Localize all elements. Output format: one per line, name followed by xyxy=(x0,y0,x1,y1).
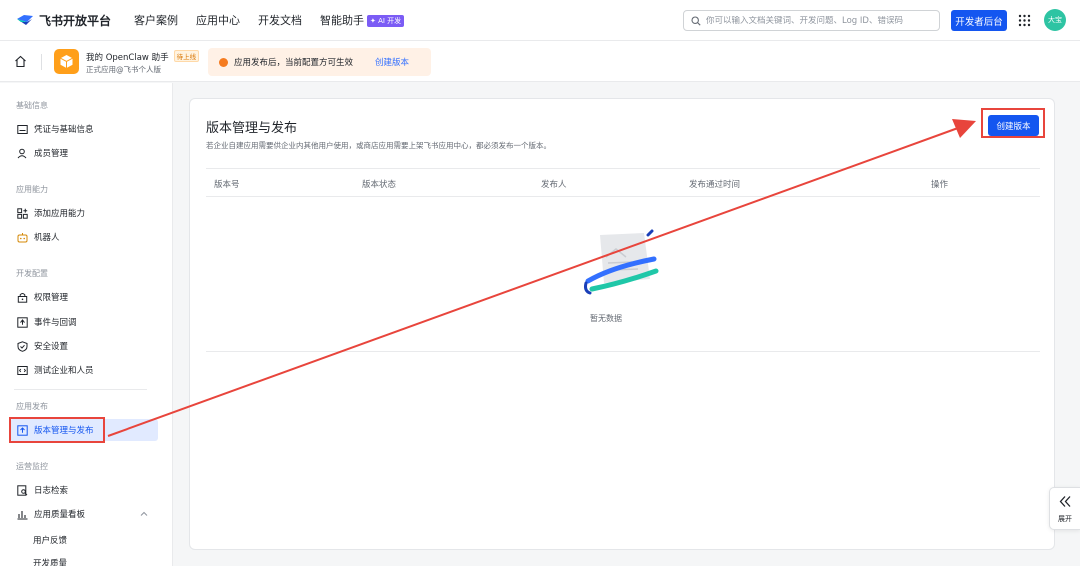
sidebar-item-label: 测试企业和人员 xyxy=(34,366,94,376)
sidebar-item-quality-dashboard[interactable]: 应用质量看板 xyxy=(10,503,158,525)
sidebar-item-label: 日志检索 xyxy=(34,486,69,496)
column-publisher: 发布人 xyxy=(541,180,567,190)
sidebar-item-test-tenant[interactable]: 测试企业和人员 xyxy=(10,359,158,381)
app-status-badge: 待上线 xyxy=(173,50,200,62)
chevron-up-icon[interactable] xyxy=(140,510,148,518)
sidebar-group-dev-config: 开发配置 xyxy=(16,269,48,278)
log-search-icon xyxy=(17,484,28,496)
divider xyxy=(41,54,42,70)
app-name[interactable]: 我的 OpenClaw 助手 待上线 xyxy=(86,50,200,63)
app-header-bar: 我的 OpenClaw 助手 待上线 正式应用@飞书个人版 xyxy=(0,41,1080,82)
column-status: 版本状态 xyxy=(362,180,397,190)
sidebar-subitem-feedback[interactable]: 用户反馈 xyxy=(33,534,67,546)
sidebar: 基础信息 凭证与基础信息 成员管理 应用能力 添加应用能力 机器人 开发配置 权… xyxy=(0,83,173,566)
sidebar-group-app-release: 应用发布 xyxy=(16,402,48,411)
sidebar-subitem-dev-quality[interactable]: 开发质量 xyxy=(33,557,67,566)
sidebar-item-credentials[interactable]: 凭证与基础信息 xyxy=(10,118,158,140)
page-description: 若企业自建应用需要供企业内其他用户使用，或商店应用需要上架飞书应用中心，都必须发… xyxy=(206,141,551,150)
sidebar-item-label: 版本管理与发布 xyxy=(34,426,94,436)
shield-icon xyxy=(17,340,28,352)
sidebar-item-label: 凭证与基础信息 xyxy=(34,125,94,135)
search-icon xyxy=(691,15,701,26)
sidebar-item-label: 添加应用能力 xyxy=(34,209,86,219)
sidebar-group-operations: 运营监控 xyxy=(16,462,48,471)
sidebar-group-app-capability: 应用能力 xyxy=(16,185,48,194)
double-chevron-left-icon xyxy=(1059,496,1071,507)
sidebar-item-label: 安全设置 xyxy=(34,342,69,352)
bar-chart-icon xyxy=(17,510,28,520)
sidebar-item-log-search[interactable]: 日志检索 xyxy=(10,479,158,501)
column-version: 版本号 xyxy=(214,180,240,190)
sidebar-item-version-release[interactable]: 版本管理与发布 xyxy=(10,419,158,441)
event-icon xyxy=(17,316,28,328)
sidebar-item-robot[interactable]: 机器人 xyxy=(10,226,158,248)
sidebar-item-label: 成员管理 xyxy=(34,149,69,159)
home-icon[interactable] xyxy=(14,55,27,68)
nav-link-cases[interactable]: 客户案例 xyxy=(134,12,178,28)
sidebar-item-security[interactable]: 安全设置 xyxy=(10,335,158,357)
column-actions: 操作 xyxy=(931,180,949,190)
package-icon xyxy=(60,55,73,68)
sidebar-item-add-capability[interactable]: 添加应用能力 xyxy=(10,202,158,224)
user-avatar[interactable]: 大宝 xyxy=(1044,9,1066,31)
nav-link-app-center[interactable]: 应用中心 xyxy=(196,12,240,28)
robot-icon xyxy=(17,232,28,242)
app-name-text: 我的 OpenClaw 助手 xyxy=(86,53,169,63)
nav-link-docs[interactable]: 开发文档 xyxy=(258,12,302,28)
search-box[interactable] xyxy=(683,10,940,31)
feishu-open-platform-logo[interactable]: 飞书开放平台 xyxy=(16,12,120,29)
add-grid-icon xyxy=(17,207,28,219)
code-window-icon xyxy=(17,365,28,375)
app-icon xyxy=(54,49,79,74)
empty-state-illustration xyxy=(584,229,659,295)
version-management-card: 版本管理与发布 若企业自建应用需要供企业内其他用户使用，或商店应用需要上架飞书应… xyxy=(189,98,1055,550)
app-subtitle: 正式应用@飞书个人版 xyxy=(86,65,161,74)
nav-link-assistant-label: 智能助手 xyxy=(320,14,364,27)
upload-icon xyxy=(17,424,28,436)
empty-state-text: 暂无数据 xyxy=(590,314,622,323)
sidebar-item-label: 权限管理 xyxy=(34,293,69,303)
search-input[interactable] xyxy=(706,15,926,26)
notice-create-version-link[interactable]: 创建版本 xyxy=(375,56,409,68)
lock-icon xyxy=(17,292,28,303)
warning-icon xyxy=(219,57,228,67)
table-bottom-border xyxy=(206,351,1040,352)
logo-text: 飞书开放平台 xyxy=(39,13,112,28)
sidebar-item-members[interactable]: 成员管理 xyxy=(10,142,158,164)
sidebar-divider xyxy=(14,389,147,390)
expand-panel-toggle[interactable]: 展开 xyxy=(1049,487,1080,530)
developer-console-button[interactable]: 开发者后台 xyxy=(951,10,1007,31)
app-grid-icon[interactable] xyxy=(1018,14,1031,27)
user-icon xyxy=(17,148,27,158)
nav-link-assistant[interactable]: 智能助手 ✦ AI 开发 xyxy=(320,12,405,28)
version-table-header: 版本号 版本状态 发布人 发布通过时间 操作 xyxy=(206,168,1040,197)
column-publish-time: 发布通过时间 xyxy=(689,180,741,190)
sidebar-item-permissions[interactable]: 权限管理 xyxy=(10,286,158,308)
top-navigation: 飞书开放平台 客户案例 应用中心 开发文档 智能助手✦ AI 开发 开发者后台 … xyxy=(0,0,1080,41)
nav-links: 客户案例 应用中心 开发文档 智能助手 ✦ AI 开发 xyxy=(134,12,422,28)
sidebar-group-basic-info: 基础信息 xyxy=(16,101,48,110)
page-title: 版本管理与发布 xyxy=(206,121,298,136)
sidebar-item-events[interactable]: 事件与回调 xyxy=(10,311,158,333)
publish-notice-banner: 应用发布后，当前配置方可生效 创建版本 xyxy=(208,48,431,76)
ai-dev-badge: ✦ AI 开发 xyxy=(367,15,405,27)
expand-label: 展开 xyxy=(1058,515,1072,523)
notice-text: 应用发布后，当前配置方可生效 xyxy=(234,58,354,68)
id-card-icon xyxy=(17,124,28,134)
sidebar-item-label: 事件与回调 xyxy=(34,318,77,328)
create-version-button[interactable]: 创建版本 xyxy=(988,115,1039,136)
feishu-logo-icon xyxy=(17,15,33,25)
sidebar-item-label: 应用质量看板 xyxy=(34,510,86,520)
sidebar-item-label: 机器人 xyxy=(34,233,60,243)
